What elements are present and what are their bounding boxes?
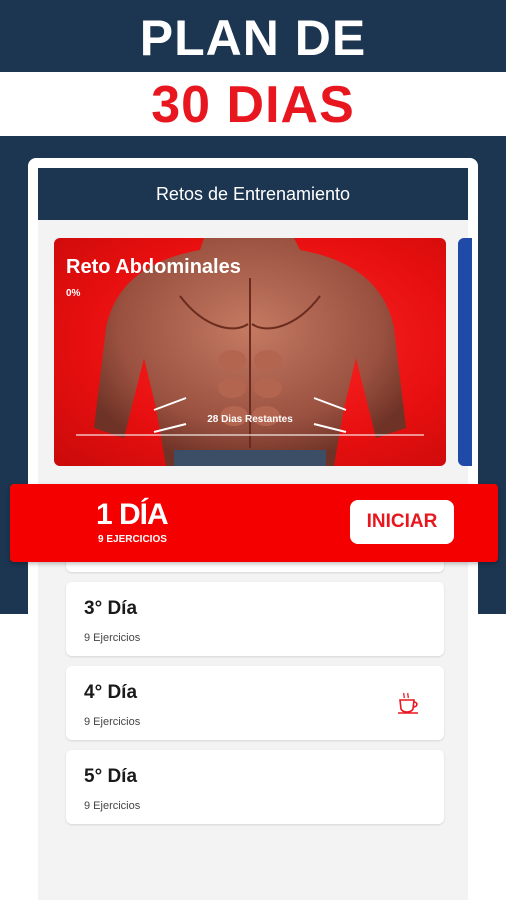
challenge-progress-bar xyxy=(76,434,424,436)
day-card-exercises: 9 Ejercicios xyxy=(84,800,141,812)
promo-header: PLAN DE xyxy=(0,0,506,72)
day-card[interactable]: 3° Día 9 Ejercicios xyxy=(66,582,444,656)
promo-band: 30 DIAS xyxy=(0,72,506,136)
day-card-exercises: 9 Ejercicios xyxy=(84,632,141,644)
next-challenge-banner[interactable] xyxy=(458,238,472,466)
current-day-title: 1 DÍA xyxy=(96,498,169,531)
promo-title-line2: 30 DIAS xyxy=(151,76,355,134)
day-card-exercises: 9 Ejercicios xyxy=(84,716,141,728)
coffee-cup-icon xyxy=(396,690,422,714)
day-card-label: 4° Día xyxy=(84,682,138,703)
current-day-exercises: 9 EJERCICIOS xyxy=(98,534,167,545)
challenge-days-remaining: 28 Dias Restantes xyxy=(207,414,293,425)
day-card[interactable]: 4° Día 9 Ejercicios xyxy=(66,666,444,740)
day-card-label: 5° Día xyxy=(84,766,138,787)
challenge-title: Reto Abdominales xyxy=(66,256,241,278)
day-card[interactable]: 5° Día 9 Ejercicios xyxy=(66,750,444,824)
start-button[interactable]: INICIAR xyxy=(350,500,454,544)
challenge-banner[interactable]: Reto Abdominales 0% 28 Dias Restantes xyxy=(54,238,446,466)
day-card-label: 3° Día xyxy=(84,598,138,619)
challenge-progress-label: 0% xyxy=(66,288,81,299)
app-bar-title: Retos de Entrenamiento xyxy=(155,183,351,204)
promo-title-line1: PLAN DE xyxy=(139,10,367,66)
app-bar: Retos de Entrenamiento xyxy=(38,168,468,220)
current-day-bar: 1 DÍA 9 EJERCICIOS INICIAR xyxy=(10,484,498,562)
